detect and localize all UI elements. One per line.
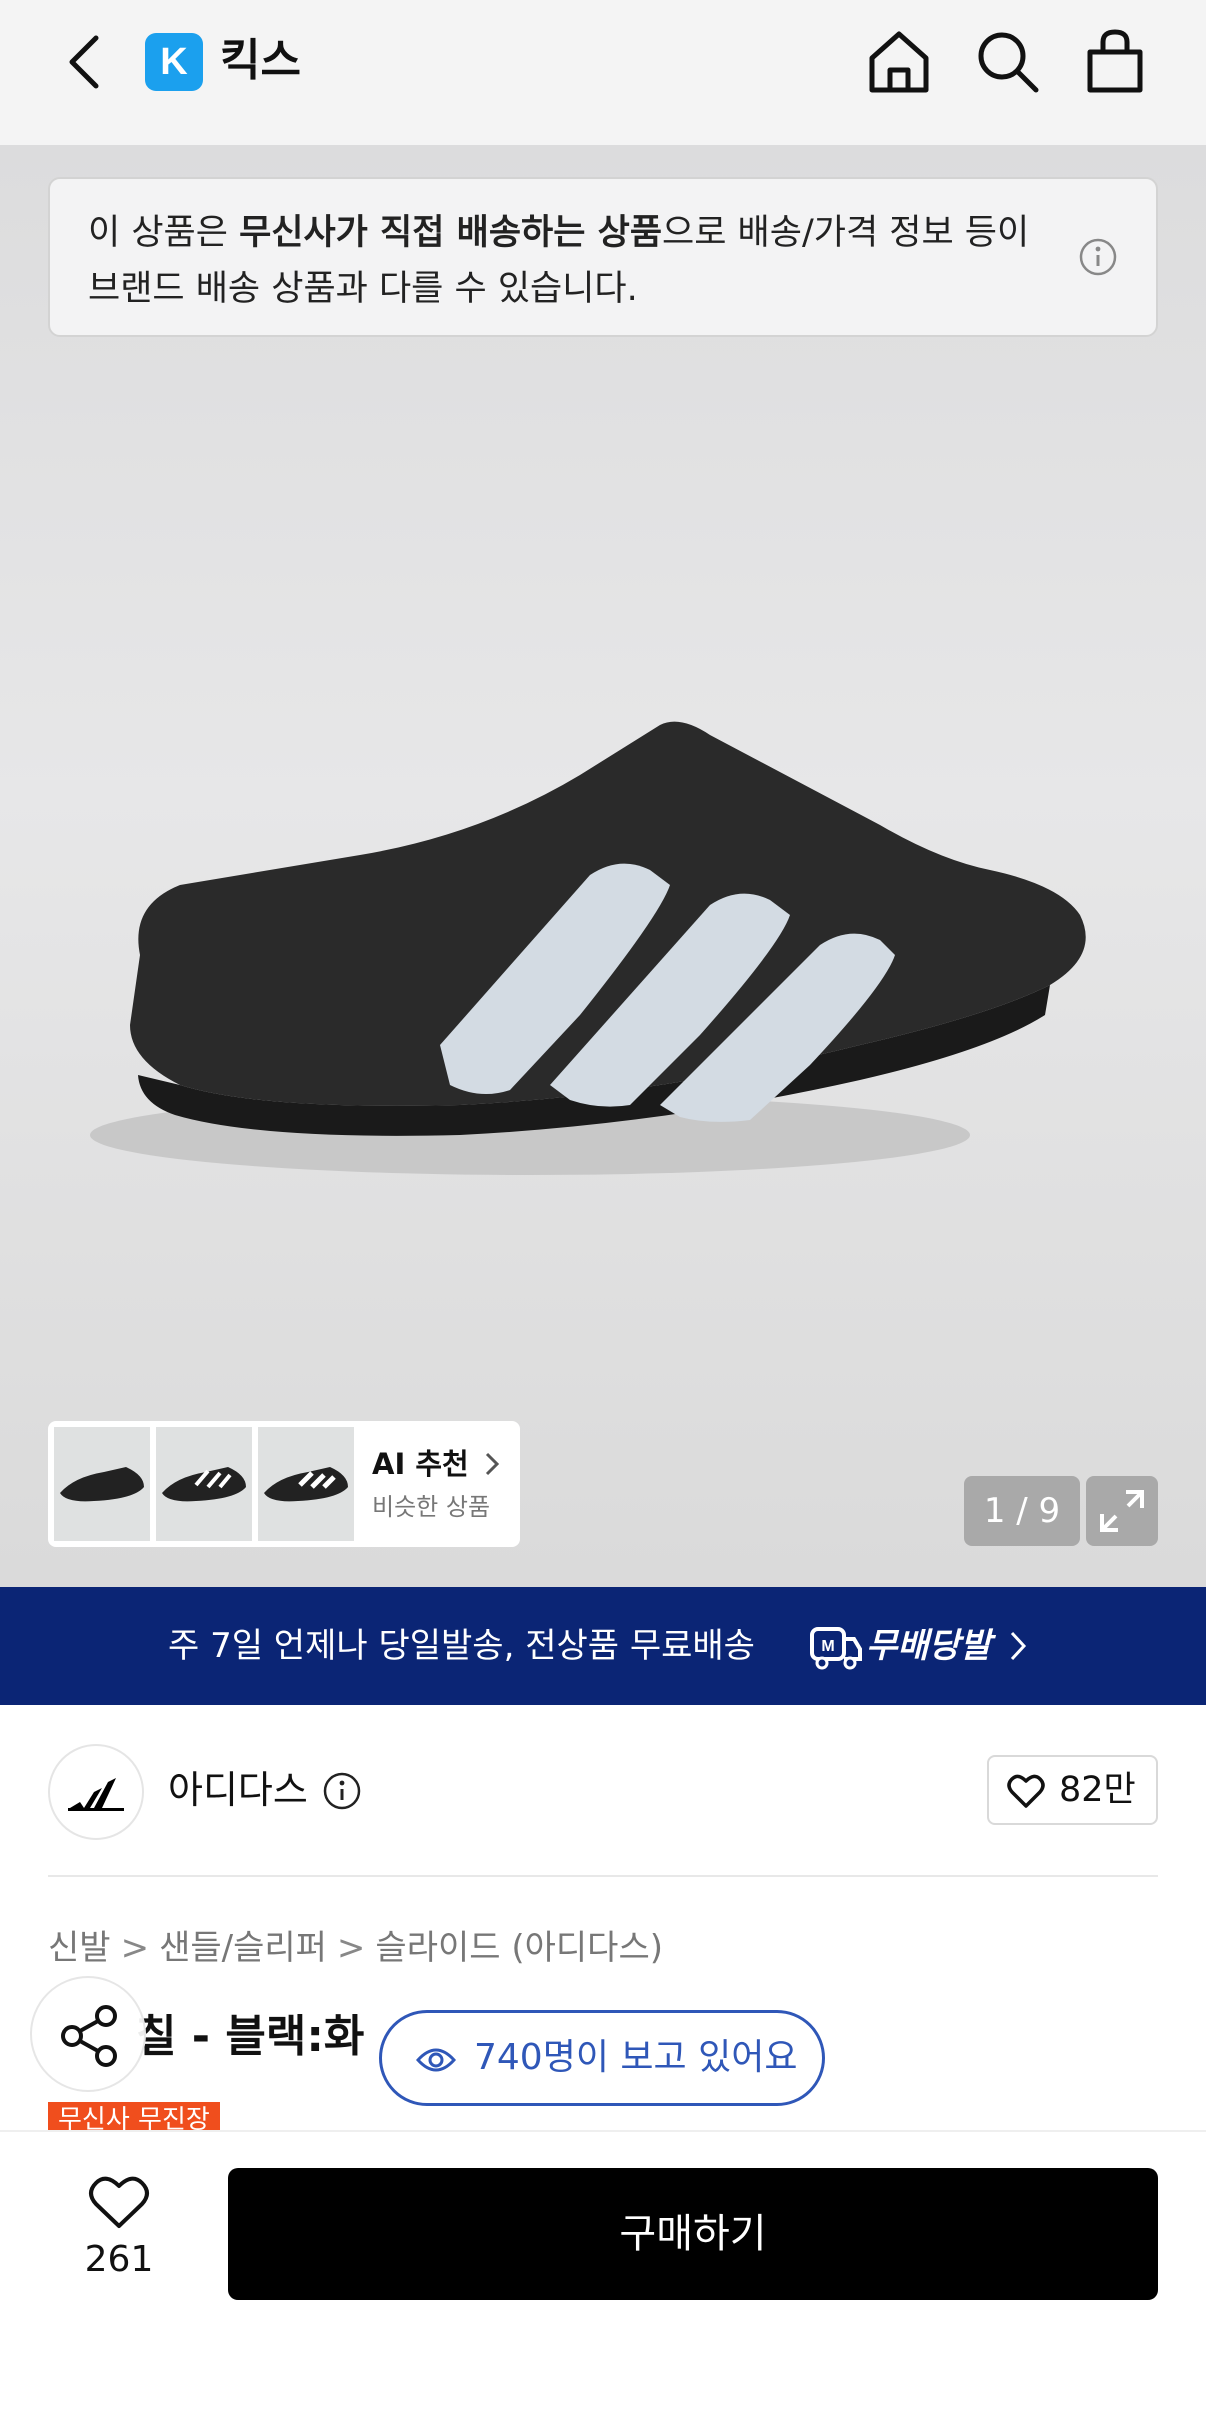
- notice-info-button[interactable]: [1078, 237, 1118, 277]
- search-button[interactable]: [972, 26, 1042, 96]
- heart-icon: [89, 2176, 149, 2228]
- chevron-right-icon: >: [120, 1928, 150, 1968]
- bottom-action-bar: 261 구매하기: [0, 2130, 1206, 2436]
- ai-recommendation-subtitle: 비슷한 상품: [372, 1493, 491, 1521]
- product-slide-image: [90, 721, 1086, 1175]
- shipping-notice-text: 이 상품은 무신사가 직접 배송하는 상품으로 배송/가격 정보 등이 브랜드 …: [88, 213, 1030, 309]
- share-button[interactable]: [30, 1976, 146, 2092]
- shipping-notice: 이 상품은 무신사가 직접 배송하는 상품으로 배송/가격 정보 등이 브랜드 …: [48, 177, 1158, 337]
- product-tag: 무신사 무진장: [48, 2102, 220, 2132]
- info-icon: [323, 1772, 361, 1810]
- brand-like-button[interactable]: 82만: [987, 1755, 1158, 1825]
- image-counter: 1 / 9: [964, 1476, 1080, 1546]
- info-icon: [1079, 238, 1117, 276]
- live-viewers-text: 740명이 보고 있어요: [474, 2037, 798, 2078]
- ai-thumbnail[interactable]: [258, 1427, 354, 1541]
- slide-thumbnail-icon: [162, 1467, 246, 1502]
- chevron-right-icon: [485, 1452, 499, 1476]
- delivery-truck-icon: M: [810, 1627, 862, 1670]
- live-viewers-badge: 740명이 보고 있어요: [379, 2010, 825, 2106]
- brand-logo[interactable]: [48, 1744, 144, 1840]
- expand-icon: [1100, 1490, 1144, 1532]
- adidas-logo-icon: [68, 1778, 124, 1811]
- cart-button[interactable]: [1080, 26, 1150, 96]
- divider: [48, 1875, 1158, 1877]
- home-icon: [869, 31, 929, 93]
- promo-label: 무배당발: [866, 1626, 992, 1666]
- heart-icon: [1007, 1774, 1045, 1808]
- page-title: 킥스: [220, 35, 301, 86]
- top-bar: K 킥스: [0, 0, 1206, 145]
- chevron-right-icon: [1010, 1631, 1027, 1661]
- promo-text: 주 7일 언제나 당일발송, 전상품 무료배송: [168, 1626, 755, 1666]
- svg-text:M: M: [821, 1638, 834, 1655]
- search-icon: [978, 32, 1039, 93]
- wishlist-count: 261: [84, 2239, 154, 2280]
- brand-name[interactable]: 아디다스: [168, 1764, 308, 1816]
- slide-thumbnail-icon: [264, 1467, 348, 1502]
- share-icon: [61, 2005, 117, 2067]
- back-button[interactable]: [58, 30, 114, 94]
- product-image-gallery[interactable]: 이 상품은 무신사가 직접 배송하는 상품으로 배송/가격 정보 등이 브랜드 …: [0, 145, 1206, 1587]
- brand-like-count: 82만: [1059, 1770, 1136, 1810]
- ai-thumbnail[interactable]: [54, 1427, 150, 1541]
- chevron-right-icon: >: [336, 1928, 366, 1968]
- brand-info-button[interactable]: [322, 1771, 362, 1811]
- breadcrumb-item[interactable]: 슬라이드 (아디다스): [375, 1928, 663, 1968]
- breadcrumb-item[interactable]: 샌들/슬리퍼: [159, 1928, 327, 1968]
- ai-recommendation-title: AI 추천: [372, 1441, 501, 1483]
- kids-logo: K: [145, 33, 203, 91]
- buy-button[interactable]: 구매하기: [228, 2168, 1158, 2300]
- slide-thumbnail-icon: [60, 1467, 144, 1502]
- delivery-promo-banner[interactable]: 주 7일 언제나 당일발송, 전상품 무료배송 M 무배당발: [0, 1587, 1206, 1705]
- breadcrumb-item[interactable]: 신발: [48, 1928, 111, 1968]
- ai-recommendation[interactable]: AI 추천 비슷한 상품: [48, 1421, 520, 1547]
- breadcrumb: 신발 > 샌들/슬리퍼 > 슬라이드 (아디다스): [48, 1922, 663, 1974]
- eye-icon: [416, 2048, 456, 2072]
- expand-image-button[interactable]: [1086, 1476, 1158, 1546]
- shopping-bag-icon: [1087, 29, 1143, 93]
- ai-thumbnail[interactable]: [156, 1427, 252, 1541]
- home-button[interactable]: [864, 26, 934, 96]
- chevron-left-icon: [69, 35, 99, 89]
